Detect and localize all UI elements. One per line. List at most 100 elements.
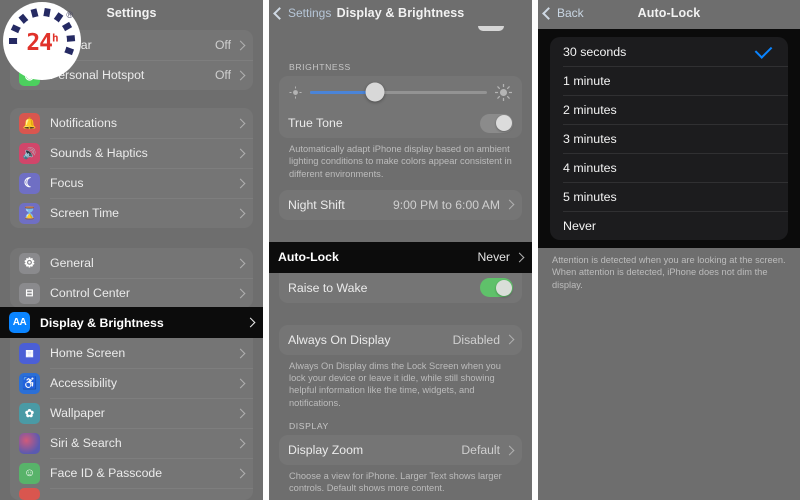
auto-lock-options-list: 30 seconds 1 minute 2 minutes 3 minutes … xyxy=(550,37,788,240)
sidebar-item-sounds-haptics[interactable]: 🔊 Sounds & Haptics xyxy=(10,138,253,168)
sidebar-item-home-screen[interactable]: ▦ Home Screen xyxy=(10,338,253,368)
always-on-display-label: Always On Display xyxy=(288,332,391,347)
auto-lock-panel: Back Auto-Lock 30 seconds 1 minute 2 min… xyxy=(538,0,800,500)
home-screen-grid-icon: ▦ xyxy=(19,342,40,364)
display-zoom-footnote: Choose a view for iPhone. Larger Text sh… xyxy=(289,471,502,494)
display-zoom-row[interactable]: Display Zoom Default xyxy=(279,435,522,465)
sidebar-item-value: Off xyxy=(214,68,231,82)
sidebar-item-label: Siri & Search xyxy=(50,436,122,450)
back-button-label: Back xyxy=(557,6,584,20)
raise-to-wake-label: Raise to Wake xyxy=(288,280,368,295)
sidebar-item-notifications[interactable]: 🔔 Notifications xyxy=(10,108,253,138)
night-shift-value: 9:00 PM to 6:00 AM xyxy=(392,197,500,212)
sidebar-item-screen-time[interactable]: ⌛ Screen Time xyxy=(10,198,253,228)
option-label: 5 minutes xyxy=(563,189,617,204)
auto-lock-option-never[interactable]: Never xyxy=(550,211,788,240)
face-id-icon: ☺ xyxy=(19,462,40,484)
chevron-right-icon xyxy=(514,252,525,263)
page-title: Display & Brightness xyxy=(336,6,465,20)
moon-icon: ☾ xyxy=(19,172,40,194)
chevron-right-icon xyxy=(235,378,246,388)
display-brightness-icon: AA xyxy=(9,312,30,333)
auto-lock-option-30-seconds[interactable]: 30 seconds xyxy=(550,37,788,66)
chevron-right-icon xyxy=(235,70,246,80)
auto-lock-option-2-minutes[interactable]: 2 minutes xyxy=(550,95,788,124)
sidebar-item-label: Sounds & Haptics xyxy=(50,146,148,160)
chevron-right-icon xyxy=(235,348,246,358)
hourglass-icon: ⌛ xyxy=(19,202,40,224)
sidebar-item-face-id-passcode[interactable]: ☺ Face ID & Passcode xyxy=(10,458,253,488)
true-tone-label: True Tone xyxy=(288,116,343,130)
true-tone-row[interactable]: True Tone xyxy=(279,108,522,138)
option-label: 3 minutes xyxy=(563,131,617,146)
speaker-icon: 🔊 xyxy=(19,142,40,164)
brightness-slider-row[interactable] xyxy=(279,76,522,108)
chevron-right-icon xyxy=(235,288,246,298)
option-label: 30 seconds xyxy=(563,44,627,59)
sidebar-item-label: Control Center xyxy=(50,286,130,300)
toggle-knob xyxy=(495,279,512,296)
raise-to-wake-toggle[interactable] xyxy=(480,278,513,298)
auto-lock-option-3-minutes[interactable]: 3 minutes xyxy=(550,124,788,153)
auto-lock-value: Never xyxy=(477,250,510,265)
chevron-right-icon xyxy=(235,118,246,128)
auto-lock-option-5-minutes[interactable]: 5 minutes xyxy=(550,182,788,211)
chevron-right-icon xyxy=(235,258,246,268)
auto-lock-option-4-minutes[interactable]: 4 minutes xyxy=(550,153,788,182)
accessibility-icon: ♿ xyxy=(19,372,40,394)
display-section-header: DISPLAY xyxy=(289,421,329,432)
option-label: Never xyxy=(563,218,597,233)
brightness-slider-track[interactable] xyxy=(310,82,487,102)
auto-lock-options-backdrop: 30 seconds 1 minute 2 minutes 3 minutes … xyxy=(538,29,800,248)
option-label: 2 minutes xyxy=(563,102,617,117)
toggle-knob xyxy=(495,115,512,131)
registered-mark: ® xyxy=(66,10,73,20)
sidebar-item-control-center[interactable]: ⊟ Control Center xyxy=(10,278,253,308)
sidebar-item-display-brightness[interactable]: AA Display & Brightness xyxy=(0,307,263,338)
three-panel-screenshot: Settings ⣿ Cellular Off ◉ Personal Hotsp… xyxy=(0,0,800,500)
sidebar-item-wallpaper[interactable]: ✿ Wallpaper xyxy=(10,398,253,428)
always-on-display-value: Disabled xyxy=(452,332,500,347)
chevron-right-icon xyxy=(245,317,256,328)
system-group-lower: ▦ Home Screen ♿ Accessibility ✿ Wallpape… xyxy=(10,338,253,500)
option-label: 1 minute xyxy=(563,73,611,88)
true-tone-toggle[interactable] xyxy=(480,113,513,133)
chevron-right-icon xyxy=(235,208,246,218)
sidebar-item-accessibility[interactable]: ♿ Accessibility xyxy=(10,368,253,398)
chevron-right-icon xyxy=(235,468,246,478)
sidebar-item-focus[interactable]: ☾ Focus xyxy=(10,168,253,198)
sidebar-item-label: Display & Brightness xyxy=(40,315,164,330)
sidebar-item-partial[interactable] xyxy=(10,488,253,500)
page-title: Settings xyxy=(106,6,157,20)
sidebar-item-siri-search[interactable]: Siri & Search xyxy=(10,428,253,458)
sidebar-item-label: Focus xyxy=(50,176,84,190)
raise-to-wake-row[interactable]: Raise to Wake xyxy=(279,273,522,303)
brightness-slider-knob[interactable] xyxy=(365,82,385,102)
watermark-logo: ® 24h xyxy=(3,2,81,80)
sidebar-item-label: Accessibility xyxy=(50,376,117,390)
sidebar-item-general[interactable]: ⚙ General xyxy=(10,248,253,278)
auto-lock-highlight[interactable]: Auto-Lock Never xyxy=(269,241,532,273)
night-shift-row[interactable]: Night Shift 9:00 PM to 6:00 AM xyxy=(279,190,522,220)
watermark-text: 24h xyxy=(3,30,81,56)
sidebar-item-label: General xyxy=(50,256,94,270)
option-label: 4 minutes xyxy=(563,160,617,175)
sidebar-item-display-brightness-highlight[interactable]: AA Display & Brightness xyxy=(0,307,263,338)
chevron-right-icon xyxy=(504,334,515,345)
chevron-right-icon xyxy=(504,199,515,210)
back-button[interactable]: Back xyxy=(542,6,584,20)
auto-lock-footnote: Attention is detected when you are looki… xyxy=(552,255,786,290)
brightness-section-header: BRIGHTNESS xyxy=(289,62,351,72)
auto-lock-row[interactable]: Auto-Lock Never xyxy=(269,242,532,273)
always-on-display-row[interactable]: Always On Display Disabled xyxy=(279,325,522,355)
sidebar-item-label: Face ID & Passcode xyxy=(50,466,163,480)
display-brightness-panel: Settings Display & Brightness BRIGHTNESS xyxy=(269,0,532,500)
auto-lock-navbar: Back Auto-Lock xyxy=(538,0,800,26)
display-brightness-navbar: Settings Display & Brightness xyxy=(269,0,532,26)
true-tone-footnote: Automatically adapt iPhone display based… xyxy=(289,144,512,179)
siri-icon xyxy=(19,432,40,454)
always-on-display-footnote: Always On Display dims the Lock Screen w… xyxy=(289,360,501,408)
back-button-settings[interactable]: Settings xyxy=(273,6,331,20)
display-zoom-value: Default xyxy=(461,443,500,458)
auto-lock-option-1-minute[interactable]: 1 minute xyxy=(550,66,788,95)
